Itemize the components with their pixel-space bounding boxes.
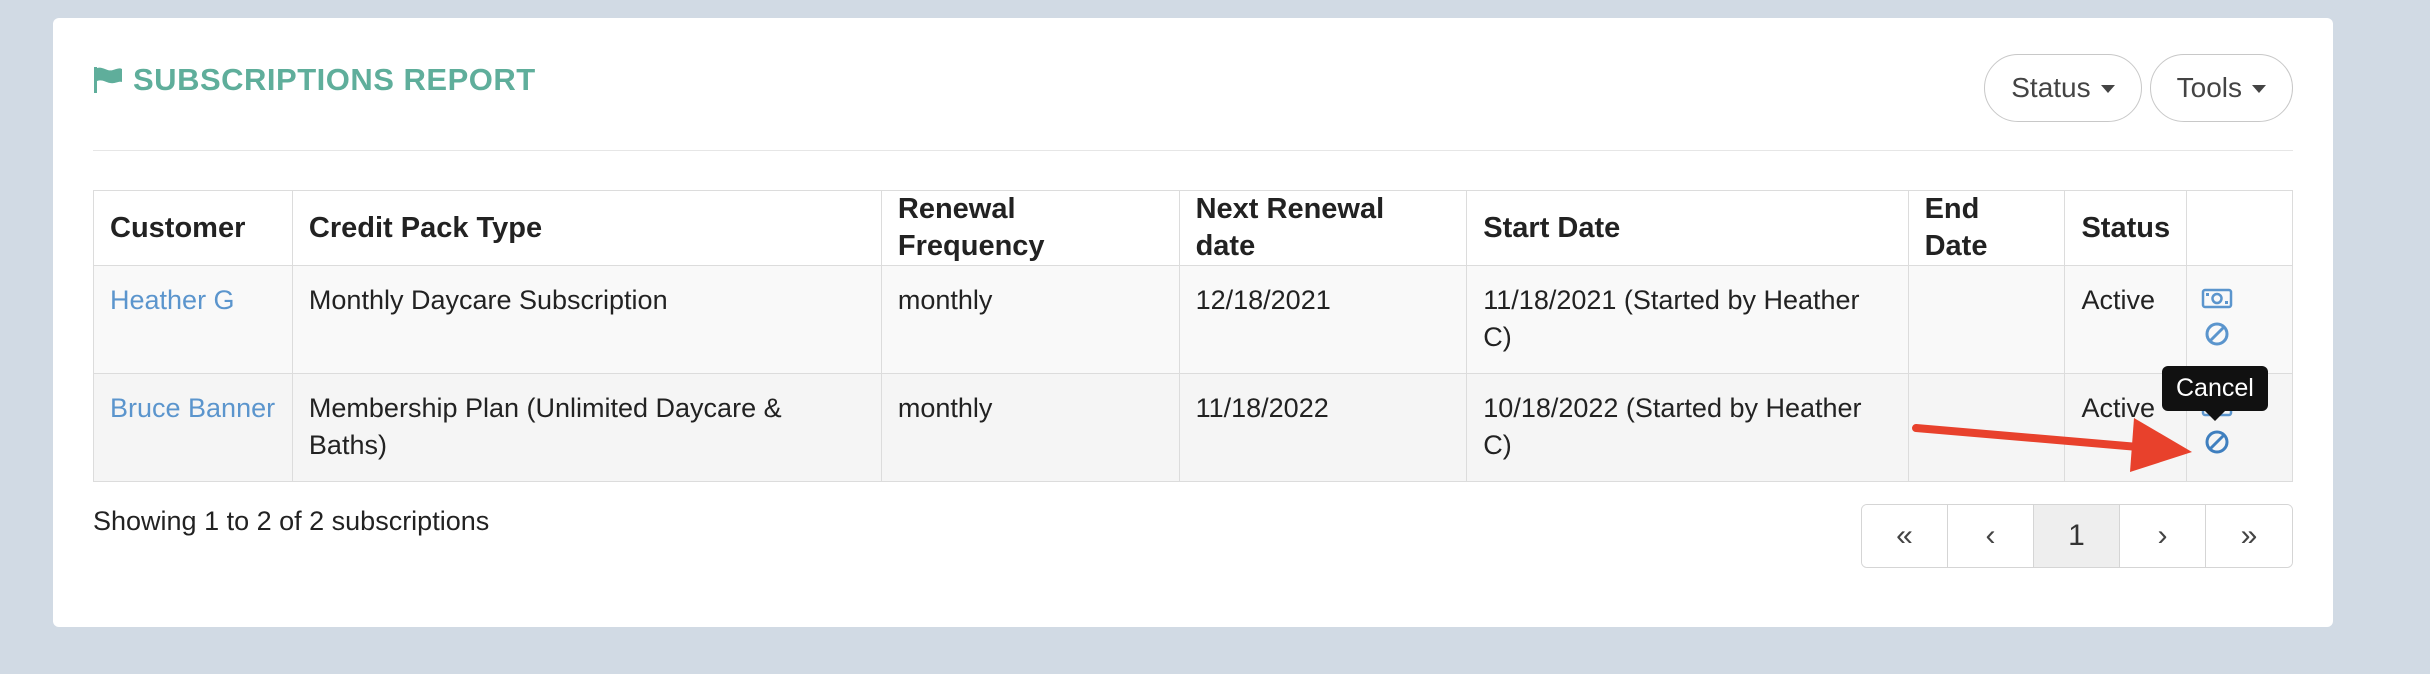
header-buttons: Status Tools (1984, 54, 2293, 122)
tools-button-label: Tools (2176, 72, 2242, 103)
pagination-next-button[interactable]: › (2120, 505, 2206, 567)
cell-next-renewal-date: 12/18/2021 (1178, 265, 1468, 374)
column-header-status[interactable]: Status (2064, 190, 2188, 266)
table-header-row: Customer Credit Pack Type Renewal Freque… (93, 190, 2293, 266)
header-divider (93, 150, 2293, 151)
column-header-next-renewal-date[interactable]: Next Renewal date (1178, 190, 1468, 266)
table-row: Heather G Monthly Daycare Subscription m… (93, 265, 2293, 374)
cell-renewal-frequency: monthly (880, 265, 1180, 374)
pagination-first-button[interactable]: « (1862, 505, 1948, 567)
caret-down-icon (2100, 85, 2115, 93)
status-button-label: Status (2011, 72, 2091, 103)
report-title: SUBSCRIPTIONS REPORT (93, 62, 536, 98)
pagination-prev-button[interactable]: ‹ (1948, 505, 2034, 567)
cancel-tooltip: Cancel (2162, 366, 2268, 421)
cell-end-date (1907, 373, 2066, 482)
cancel-icon[interactable] (2201, 426, 2233, 458)
report-title-text: SUBSCRIPTIONS REPORT (133, 62, 536, 97)
status-dropdown-button[interactable]: Status (1984, 54, 2142, 122)
customer-link[interactable]: Bruce Banner (110, 393, 275, 423)
column-header-end-date[interactable]: End Date (1907, 190, 2066, 266)
column-header-credit-pack-type[interactable]: Credit Pack Type (291, 190, 882, 266)
tools-dropdown-button[interactable]: Tools (2149, 54, 2293, 122)
cancel-icon[interactable] (2201, 318, 2233, 350)
subscriptions-table: Customer Credit Pack Type Renewal Freque… (93, 190, 2293, 482)
cell-start-date: 10/18/2022 (Started by Heather C) (1466, 373, 1909, 482)
pagination: « ‹ 1 › » (1861, 504, 2293, 568)
cell-status: Active (2064, 265, 2188, 374)
column-header-start-date[interactable]: Start Date (1466, 190, 1909, 266)
subscriptions-report-card: SUBSCRIPTIONS REPORT Status Tools Custom… (53, 18, 2333, 627)
money-icon[interactable] (2201, 282, 2233, 314)
cell-actions (2186, 265, 2293, 374)
showing-count-text: Showing 1 to 2 of 2 subscriptions (93, 506, 490, 536)
cell-credit-pack-type: Membership Plan (Unlimited Daycare & Bat… (291, 373, 882, 482)
pagination-last-button[interactable]: » (2206, 505, 2292, 567)
cell-start-date: 11/18/2021 (Started by Heather C) (1466, 265, 1909, 374)
cell-end-date (1907, 265, 2066, 374)
pagination-page-1[interactable]: 1 (2034, 505, 2120, 567)
table-row: Bruce Banner Membership Plan (Unlimited … (93, 373, 2293, 482)
cell-customer: Bruce Banner (93, 373, 293, 482)
column-header-customer[interactable]: Customer (93, 190, 293, 266)
column-header-actions (2186, 190, 2293, 266)
cell-renewal-frequency: monthly (880, 373, 1180, 482)
cell-credit-pack-type: Monthly Daycare Subscription (291, 265, 882, 374)
column-header-renewal-frequency[interactable]: Renewal Frequency (880, 190, 1180, 266)
flag-icon (93, 66, 123, 94)
customer-link[interactable]: Heather G (110, 285, 235, 315)
caret-down-icon (2252, 85, 2266, 93)
cell-next-renewal-date: 11/18/2022 (1178, 373, 1468, 482)
cell-customer: Heather G (93, 265, 293, 374)
